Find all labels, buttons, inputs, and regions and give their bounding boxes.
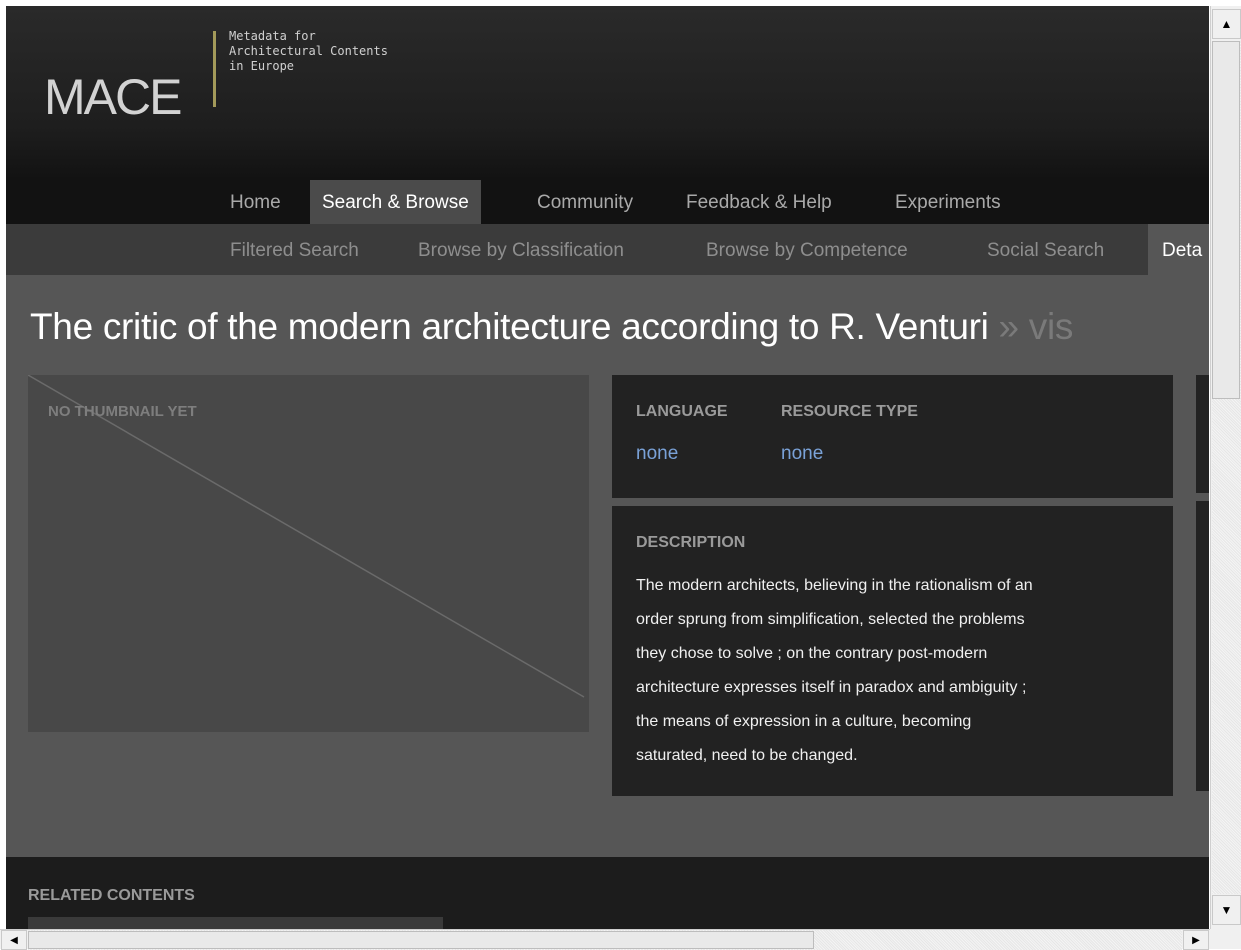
tagline-line: Architectural Contents	[229, 44, 388, 58]
description-line: architecture expresses itself in paradox…	[636, 679, 1027, 696]
subnav-details[interactable]: Deta	[1148, 224, 1209, 275]
site-tagline: Metadata for Architectural Contents in E…	[229, 29, 388, 74]
nav-community[interactable]: Community	[537, 180, 633, 224]
side-panel-bottom	[1196, 501, 1209, 791]
subnav-browse-classification[interactable]: Browse by Classification	[418, 224, 624, 275]
thumbnail-cross-line	[28, 375, 585, 698]
vertical-scrollbar[interactable]: ▲ ▼	[1210, 6, 1241, 929]
metadata-panel: LANGUAGE none RESOURCE TYPE none	[612, 375, 1173, 498]
description-label: DESCRIPTION	[636, 534, 746, 551]
sub-navigation: Filtered Search Browse by Classification…	[6, 224, 1209, 275]
site-header: MACE Metadata for Architectural Contents…	[6, 6, 1209, 180]
page-title-text: The critic of the modern architecture ac…	[30, 306, 989, 347]
subnav-social-search[interactable]: Social Search	[987, 224, 1104, 275]
resource-type-value-link[interactable]: none	[781, 443, 823, 465]
main-navigation: Home Search & Browse Community Feedback …	[6, 180, 1209, 224]
nav-search-browse[interactable]: Search & Browse	[310, 180, 481, 224]
scrollbar-corner	[1210, 929, 1241, 949]
description-line: they chose to solve ; on the contrary po…	[636, 645, 988, 662]
language-value-link[interactable]: none	[636, 443, 678, 465]
description-panel: DESCRIPTION The modern architects, belie…	[612, 506, 1173, 796]
side-panel-top	[1196, 375, 1209, 493]
thumbnail-placeholder: NO THUMBNAIL YET	[28, 375, 589, 732]
related-contents-label: RELATED CONTENTS	[28, 887, 195, 904]
description-line: saturated, need to be changed.	[636, 747, 858, 764]
tagline-line: in Europe	[229, 59, 295, 73]
nav-home[interactable]: Home	[230, 180, 281, 224]
arrow-up-icon[interactable]: ▲	[1212, 9, 1241, 39]
subnav-filtered-search[interactable]: Filtered Search	[230, 224, 359, 275]
horizontal-scrollbar[interactable]: ◀ ▶	[0, 929, 1210, 950]
nav-experiments[interactable]: Experiments	[895, 180, 1001, 224]
logo-divider	[213, 31, 216, 107]
thumbnail-label: NO THUMBNAIL YET	[48, 403, 197, 420]
arrow-right-icon[interactable]: ▶	[1183, 930, 1209, 950]
description-line: The modern architects, believing in the …	[636, 577, 1033, 594]
tagline-line: Metadata for	[229, 29, 316, 43]
page-title-suffix-link[interactable]: » vis	[999, 306, 1074, 347]
description-line: order sprung from simplification, select…	[636, 611, 1025, 628]
page-title: The critic of the modern architecture ac…	[30, 306, 1073, 348]
site-logo[interactable]: MACE	[44, 72, 182, 122]
description-text: The modern architects, believing in the …	[636, 569, 1161, 773]
arrow-down-icon[interactable]: ▼	[1212, 895, 1241, 925]
arrow-left-icon[interactable]: ◀	[1, 930, 27, 950]
horizontal-scroll-thumb[interactable]	[28, 931, 814, 949]
description-line: the means of expression in a culture, be…	[636, 713, 972, 730]
vertical-scroll-thumb[interactable]	[1212, 41, 1240, 399]
related-contents-section: RELATED CONTENTS	[6, 857, 1209, 929]
subnav-browse-competence[interactable]: Browse by Competence	[706, 224, 908, 275]
related-content-item[interactable]	[28, 917, 443, 929]
resource-type-label: RESOURCE TYPE	[781, 403, 918, 420]
nav-feedback-help[interactable]: Feedback & Help	[686, 180, 832, 224]
page-viewport: MACE Metadata for Architectural Contents…	[6, 6, 1209, 929]
language-label: LANGUAGE	[636, 403, 728, 420]
